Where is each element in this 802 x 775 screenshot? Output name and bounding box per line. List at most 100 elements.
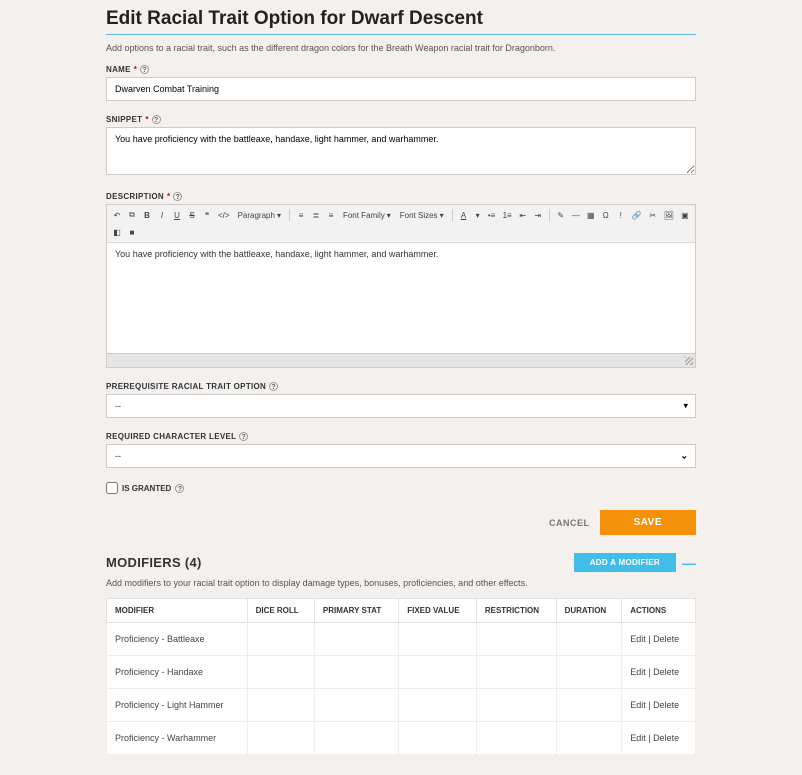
- cancel-button[interactable]: CANCEL: [549, 518, 590, 528]
- special-char-icon[interactable]: Ω: [600, 208, 612, 222]
- cell-duration: [556, 689, 622, 722]
- cell-modifier: Proficiency - Warhammer: [107, 722, 248, 755]
- link-icon[interactable]: 🔗: [630, 208, 644, 222]
- bold-icon[interactable]: B: [141, 208, 153, 222]
- underline-icon[interactable]: U: [171, 208, 183, 222]
- number-list-icon[interactable]: 1≡: [501, 208, 514, 222]
- textcolor-icon[interactable]: A: [458, 208, 470, 222]
- description-body[interactable]: You have proficiency with the battleaxe,…: [107, 243, 695, 353]
- help-icon[interactable]: ?: [239, 432, 248, 441]
- cell-primarystat: [314, 689, 398, 722]
- field-prereq: PREREQUISITE RACIAL TRAIT OPTION ? -- ▾: [106, 382, 696, 418]
- help-icon[interactable]: ?: [175, 484, 184, 493]
- prereq-label: PREREQUISITE RACIAL TRAIT OPTION: [106, 382, 266, 391]
- separator: [549, 209, 550, 221]
- required-indicator: *: [145, 115, 148, 124]
- required-indicator: *: [134, 65, 137, 74]
- cell-duration: [556, 623, 622, 656]
- align-center-icon[interactable]: ≣: [310, 208, 322, 222]
- cell-diceroll: [247, 689, 314, 722]
- cell-fixedvalue: [399, 623, 477, 656]
- media-icon[interactable]: ▣: [679, 208, 691, 222]
- cell-modifier: Proficiency - Battleaxe: [107, 623, 248, 656]
- rte-toolbar: ↶ ⧉ B I U S ❝ </> Paragraph▾ ≡ ≣ ≡ Font …: [107, 205, 695, 243]
- cell-primarystat: [314, 656, 398, 689]
- delete-link[interactable]: Delete: [653, 733, 679, 743]
- separator: [452, 209, 453, 221]
- modifiers-title: MODIFIERS (4): [106, 555, 202, 570]
- edit-link[interactable]: Edit: [630, 667, 646, 677]
- outdent-icon[interactable]: ⇤: [517, 208, 529, 222]
- delete-link[interactable]: Delete: [653, 700, 679, 710]
- edit-link[interactable]: Edit: [630, 700, 646, 710]
- cell-restriction: [476, 722, 556, 755]
- snippet-input[interactable]: You have proficiency with the battleaxe,…: [106, 127, 696, 175]
- chevron-down-icon: ▾: [440, 211, 444, 220]
- cell-actions: Edit | Delete: [622, 689, 696, 722]
- cell-actions: Edit | Delete: [622, 623, 696, 656]
- description-label: DESCRIPTION: [106, 192, 164, 201]
- help-icon[interactable]: ?: [140, 65, 149, 74]
- hr-icon[interactable]: ―: [570, 208, 582, 222]
- undo-icon[interactable]: ↶: [111, 208, 123, 222]
- cell-actions: Edit | Delete: [622, 656, 696, 689]
- cell-restriction: [476, 656, 556, 689]
- table-icon[interactable]: ▦: [585, 208, 597, 222]
- image-icon[interactable]: 🖼: [662, 208, 676, 222]
- help-icon[interactable]: ?: [173, 192, 182, 201]
- col-diceroll: DICE ROLL: [247, 599, 314, 623]
- help-icon[interactable]: ?: [269, 382, 278, 391]
- cell-duration: [556, 656, 622, 689]
- description-editor: ↶ ⧉ B I U S ❝ </> Paragraph▾ ≡ ≣ ≡ Font …: [106, 204, 696, 368]
- fontfamily-dropdown[interactable]: Font Family▾: [340, 208, 394, 222]
- granted-checkbox[interactable]: [106, 482, 118, 494]
- code-icon[interactable]: </>: [216, 208, 232, 222]
- fontsize-dropdown[interactable]: Font Sizes▾: [397, 208, 447, 222]
- paragraph-dropdown[interactable]: Paragraph▾: [235, 208, 284, 222]
- cell-fixedvalue: [399, 689, 477, 722]
- cell-restriction: [476, 689, 556, 722]
- textcolor-dropdown[interactable]: ▾: [473, 208, 483, 222]
- table-row: Proficiency - Battleaxe Edit | Delete: [107, 623, 696, 656]
- col-duration: DURATION: [556, 599, 622, 623]
- cell-modifier: Proficiency - Light Hammer: [107, 689, 248, 722]
- cell-fixedvalue: [399, 656, 477, 689]
- delete-link[interactable]: Delete: [653, 634, 679, 644]
- quote-icon[interactable]: ❝: [201, 208, 213, 222]
- field-description: DESCRIPTION * ? ↶ ⧉ B I U S ❝ </> Paragr…: [106, 192, 696, 368]
- source-icon[interactable]: ⧉: [126, 208, 138, 222]
- clear-format-icon[interactable]: ✎: [555, 208, 567, 222]
- fullscreen-icon[interactable]: ■: [126, 225, 138, 239]
- cell-diceroll: [247, 722, 314, 755]
- delete-link[interactable]: Delete: [653, 667, 679, 677]
- align-left-icon[interactable]: ≡: [295, 208, 307, 222]
- field-snippet: SNIPPET * ? You have proficiency with th…: [106, 115, 696, 178]
- col-primarystat: PRIMARY STAT: [314, 599, 398, 623]
- bullet-list-icon[interactable]: •≡: [486, 208, 498, 222]
- reqlevel-label: REQUIRED CHARACTER LEVEL: [106, 432, 236, 441]
- strike-icon[interactable]: S: [186, 208, 198, 222]
- prereq-select[interactable]: --: [106, 394, 696, 418]
- rte-statusbar[interactable]: [107, 353, 695, 367]
- name-input[interactable]: [106, 77, 696, 101]
- align-right-icon[interactable]: ≡: [325, 208, 337, 222]
- name-label: NAME: [106, 65, 131, 74]
- table-row: Proficiency - HandaxeEdit | Delete: [107, 656, 696, 689]
- help-icon[interactable]: ?: [152, 115, 161, 124]
- add-modifier-button[interactable]: ADD A MODIFIER: [574, 553, 676, 572]
- edit-link[interactable]: Edit: [630, 634, 646, 644]
- col-fixedvalue: FIXED VALUE: [399, 599, 477, 623]
- unlink-icon[interactable]: ✂: [647, 208, 659, 222]
- italic-icon[interactable]: I: [156, 208, 168, 222]
- collapse-icon[interactable]: —: [682, 555, 696, 571]
- embed-icon[interactable]: ◧: [111, 225, 123, 239]
- reqlevel-select[interactable]: --: [106, 444, 696, 468]
- indent-icon[interactable]: ⇥: [532, 208, 544, 222]
- save-button[interactable]: SAVE: [600, 510, 697, 535]
- cell-duration: [556, 722, 622, 755]
- snippet-label: SNIPPET: [106, 115, 142, 124]
- cell-diceroll: [247, 623, 314, 656]
- anchor-icon[interactable]: !: [615, 208, 627, 222]
- granted-label: IS GRANTED: [122, 484, 171, 493]
- edit-link[interactable]: Edit: [630, 733, 646, 743]
